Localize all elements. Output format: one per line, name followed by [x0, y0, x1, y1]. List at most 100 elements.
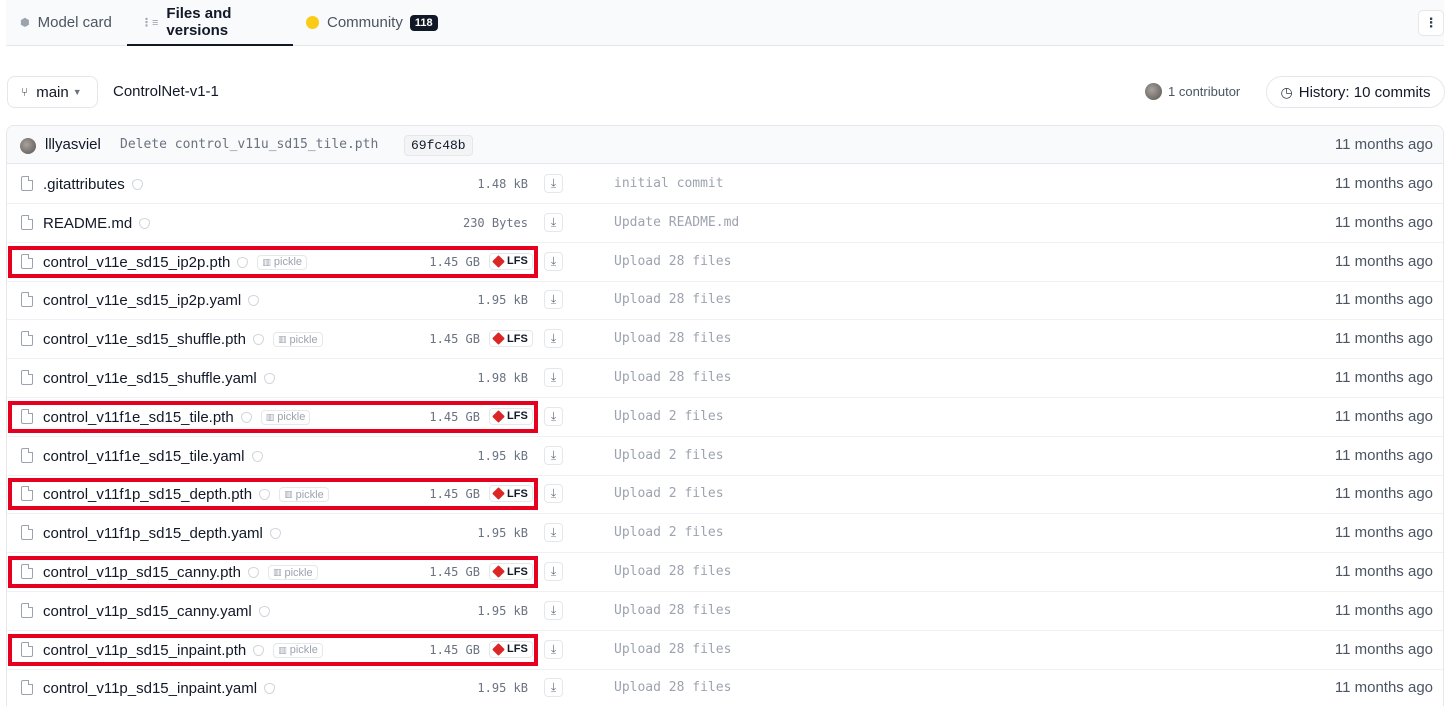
file-commit-message[interactable]: Upload 28 files	[614, 331, 731, 346]
pickle-label: pickle	[289, 333, 318, 346]
breadcrumb[interactable]: ControlNet-v1-1	[113, 83, 219, 100]
download-icon[interactable]: ⤓	[544, 406, 563, 426]
avatar	[1145, 83, 1162, 100]
download-icon[interactable]: ⤓	[544, 290, 563, 310]
tab-files-and-versions[interactable]: ⋮≡ Files and versions	[127, 0, 293, 46]
file-commit-message[interactable]: Upload 28 files	[614, 292, 731, 307]
file-name-link[interactable]: control_v11p_sd15_inpaint.pth ▥ pickle	[43, 642, 323, 659]
file-name-link[interactable]: control_v11e_sd15_shuffle.yaml	[43, 370, 275, 387]
file-icon	[21, 447, 33, 463]
commit-message[interactable]: Delete control_v11u_sd15_tile.pth	[120, 137, 378, 152]
pickle-label: pickle	[295, 488, 324, 501]
file-name-link[interactable]: control_v11f1e_sd15_tile.yaml	[43, 448, 263, 465]
pickle-badge[interactable]: ▥ pickle	[273, 642, 323, 658]
security-scan-icon[interactable]	[131, 179, 143, 190]
file-name-link[interactable]: control_v11f1p_sd15_depth.pth ▥ pickle	[43, 486, 329, 503]
pickle-badge[interactable]: ▥ pickle	[272, 332, 323, 348]
branch-selector[interactable]: ⑂ main ▼	[7, 76, 98, 108]
file-commit-time: 11 months ago	[1334, 679, 1433, 697]
security-scan-icon[interactable]	[139, 217, 151, 229]
download-icon[interactable]: ⤓	[544, 251, 563, 271]
file-name-link[interactable]: control_v11e_sd15_ip2p.pth ▥ pickle	[43, 254, 308, 271]
file-size: 1.95 kB	[477, 681, 528, 696]
file-commit-message[interactable]: Upload 28 files	[614, 642, 731, 657]
pickle-badge[interactable]: ▥ pickle	[279, 487, 329, 503]
contributors-link[interactable]: 1 contributor	[1145, 83, 1240, 100]
file-commit-message[interactable]: Update README.md	[614, 215, 739, 230]
lfs-label: LFS	[507, 643, 528, 656]
file-name-link[interactable]: control_v11p_sd15_inpaint.yaml	[43, 680, 276, 697]
file-commit-message[interactable]: initial commit	[614, 176, 724, 191]
commit-author[interactable]: lllyasviel	[45, 136, 101, 153]
file-commit-message[interactable]: Upload 2 files	[614, 409, 724, 424]
tab-model-card[interactable]: ⬢ Model card	[20, 0, 112, 45]
file-commit-message[interactable]: Upload 2 files	[614, 525, 724, 540]
file-commit-message[interactable]: Upload 28 files	[614, 564, 731, 579]
file-name-link[interactable]: .gitattributes	[43, 176, 143, 193]
download-icon[interactable]: ⤓	[544, 174, 563, 193]
download-icon[interactable]: ⤓	[544, 484, 563, 504]
file-name-link[interactable]: control_v11p_sd15_canny.yaml	[43, 603, 270, 620]
commit-hash[interactable]: 69fc48b	[404, 135, 473, 156]
download-icon[interactable]: ⤓	[544, 329, 563, 349]
contributors-label: 1 contributor	[1168, 84, 1241, 99]
file-commit-time: 11 months ago	[1334, 563, 1433, 580]
pickle-badge[interactable]: ▥ pickle	[267, 565, 318, 580]
file-commit-message[interactable]: Upload 28 files	[614, 603, 731, 618]
security-scan-icon[interactable]	[248, 295, 260, 307]
pickle-jar-icon: ▥	[284, 489, 293, 500]
file-commit-message[interactable]: Upload 2 files	[614, 448, 724, 463]
file-tree-icon: ⋮≡	[141, 16, 159, 29]
git-branch-icon: ⑂	[21, 85, 29, 99]
file-icon	[21, 214, 33, 230]
tab-model-card-label: Model card	[37, 14, 112, 31]
download-icon[interactable]: ⤓	[544, 212, 563, 232]
security-scan-icon[interactable]	[263, 373, 275, 384]
more-options-button[interactable]: ⋮	[1418, 10, 1444, 36]
download-icon[interactable]: ⤓	[544, 368, 563, 387]
file-name-link[interactable]: README.md	[43, 215, 151, 232]
file-name: control_v11p_sd15_canny.pth	[43, 564, 241, 581]
table-row: control_v11p_sd15_canny.pth ▥ pickle 1.45 G…	[7, 553, 1443, 592]
file-commit-message[interactable]: Upload 28 files	[614, 680, 731, 695]
file-commit-message[interactable]: Upload 28 files	[614, 370, 731, 385]
branch-name: main	[36, 83, 69, 101]
file-name: control_v11p_sd15_inpaint.pth	[43, 641, 247, 659]
clock-icon: ◷	[1280, 83, 1293, 100]
security-scan-icon[interactable]	[253, 644, 265, 656]
download-icon[interactable]: ⤓	[544, 639, 563, 659]
file-name-link[interactable]: control_v11f1p_sd15_depth.yaml	[43, 525, 281, 542]
download-icon[interactable]: ⤓	[544, 678, 563, 698]
file-commit-message[interactable]: Upload 28 files	[614, 254, 731, 269]
pickle-jar-icon: ▥	[262, 256, 271, 267]
security-scan-icon[interactable]	[247, 567, 259, 578]
file-name-link[interactable]: control_v11p_sd15_canny.pth ▥ pickle	[43, 564, 318, 581]
security-scan-icon[interactable]	[264, 683, 276, 695]
table-row: control_v11e_sd15_ip2p.pth ▥ pickle 1.45 GB…	[7, 243, 1443, 282]
lfs-icon	[492, 642, 505, 656]
download-icon[interactable]: ⤓	[544, 600, 563, 620]
security-scan-icon[interactable]	[240, 411, 252, 423]
security-scan-icon[interactable]	[269, 528, 281, 540]
tab-community[interactable]: Community 118	[306, 0, 438, 45]
download-icon[interactable]: ⤓	[544, 523, 563, 543]
security-scan-icon[interactable]	[259, 489, 271, 501]
security-scan-icon[interactable]	[252, 334, 264, 346]
history-button[interactable]: ◷ History: 10 commits	[1266, 76, 1445, 108]
security-scan-icon[interactable]	[258, 605, 270, 617]
file-name-link[interactable]: control_v11e_sd15_shuffle.pth ▥ pickle	[43, 331, 323, 348]
pickle-badge[interactable]: ▥ pickle	[260, 409, 311, 425]
file-commit-time: 11 months ago	[1334, 330, 1433, 348]
file-name-link[interactable]: control_v11f1e_sd15_tile.pth ▥ pickle	[43, 409, 311, 426]
file-commit-message[interactable]: Upload 2 files	[614, 486, 724, 501]
file-icon	[21, 331, 33, 347]
lfs-label: LFS	[507, 255, 528, 268]
security-scan-icon[interactable]	[237, 256, 249, 268]
security-scan-icon[interactable]	[251, 450, 263, 462]
tab-files-label: Files and versions	[166, 5, 232, 39]
download-icon[interactable]: ⤓	[544, 562, 563, 581]
download-icon[interactable]: ⤓	[544, 445, 563, 465]
pickle-badge[interactable]: ▥ pickle	[257, 254, 308, 270]
file-name-link[interactable]: control_v11e_sd15_ip2p.yaml	[43, 292, 260, 309]
pickle-jar-icon: ▥	[272, 567, 282, 577]
